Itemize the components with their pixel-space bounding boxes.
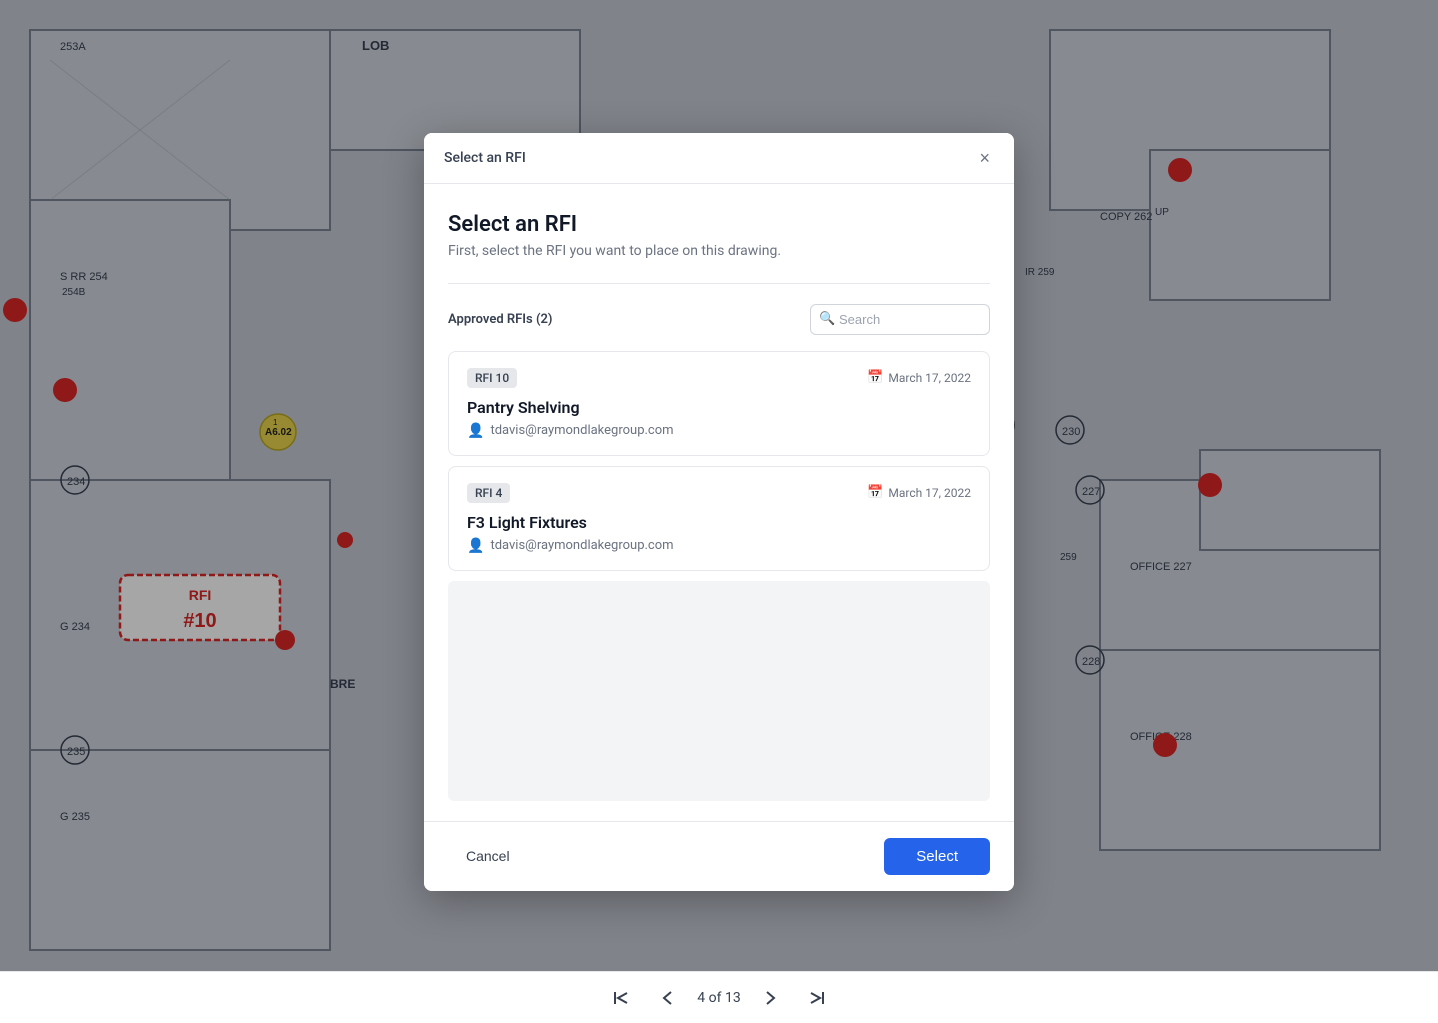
rfi-date: 📅 March 17, 2022 bbox=[867, 485, 971, 500]
bottom-navigation-bar: 4 of 13 bbox=[0, 971, 1438, 1023]
modal-subtitle: First, select the RFI you want to place … bbox=[448, 243, 990, 259]
rfi-name: F3 Light Fixtures bbox=[467, 513, 971, 532]
cancel-button[interactable]: Cancel bbox=[448, 838, 528, 874]
rfi-badge: RFI 4 bbox=[467, 483, 510, 503]
calendar-icon: 📅 bbox=[867, 370, 883, 385]
rfi-author: 👤 tdavis@raymondlakegroup.com bbox=[467, 423, 971, 439]
next-page-button[interactable] bbox=[757, 986, 785, 1010]
rfi-author-text: tdavis@raymondlakegroup.com bbox=[490, 538, 673, 553]
modal-body: Select an RFI First, select the RFI you … bbox=[424, 184, 1014, 821]
rfi-date: 📅 March 17, 2022 bbox=[867, 370, 971, 385]
calendar-icon: 📅 bbox=[867, 485, 883, 500]
modal-title: Select an RFI bbox=[448, 212, 990, 237]
list-spacer bbox=[448, 581, 990, 801]
close-button[interactable]: × bbox=[975, 147, 994, 169]
approved-rfis-label: Approved RFIs (2) bbox=[448, 312, 552, 327]
rfi-author: 👤 tdavis@raymondlakegroup.com bbox=[467, 538, 971, 554]
rfi-item-top: RFI 10 📅 March 17, 2022 bbox=[467, 368, 971, 388]
rfi-name: Pantry Shelving bbox=[467, 398, 971, 417]
select-button[interactable]: Select bbox=[884, 838, 990, 875]
select-rfi-modal: Select an RFI × Select an RFI First, sel… bbox=[424, 133, 1014, 891]
prev-page-button[interactable] bbox=[653, 986, 681, 1010]
modal-overlay: Select an RFI × Select an RFI First, sel… bbox=[0, 0, 1438, 1023]
modal-footer: Cancel Select bbox=[424, 821, 1014, 891]
modal-header-bar: Select an RFI × bbox=[424, 133, 1014, 184]
modal-header-bar-title: Select an RFI bbox=[444, 150, 526, 166]
search-wrapper: 🔍 bbox=[810, 304, 990, 335]
search-input[interactable] bbox=[810, 304, 990, 335]
first-page-button[interactable] bbox=[605, 986, 637, 1010]
user-icon: 👤 bbox=[467, 538, 484, 554]
rfi-item-top: RFI 4 📅 March 17, 2022 bbox=[467, 483, 971, 503]
user-icon: 👤 bbox=[467, 423, 484, 439]
rfi-item[interactable]: RFI 10 📅 March 17, 2022 Pantry Shelving … bbox=[448, 351, 990, 456]
rfi-date-text: March 17, 2022 bbox=[888, 371, 971, 385]
divider bbox=[448, 283, 990, 284]
page-indicator: 4 of 13 bbox=[697, 990, 740, 1006]
search-icon: 🔍 bbox=[819, 312, 835, 327]
last-page-button[interactable] bbox=[801, 986, 833, 1010]
filter-row: Approved RFIs (2) 🔍 bbox=[448, 304, 990, 335]
rfi-author-text: tdavis@raymondlakegroup.com bbox=[490, 423, 673, 438]
rfi-date-text: March 17, 2022 bbox=[888, 486, 971, 500]
rfi-list: RFI 10 📅 March 17, 2022 Pantry Shelving … bbox=[448, 351, 990, 571]
rfi-badge: RFI 10 bbox=[467, 368, 517, 388]
rfi-item[interactable]: RFI 4 📅 March 17, 2022 F3 Light Fixtures… bbox=[448, 466, 990, 571]
